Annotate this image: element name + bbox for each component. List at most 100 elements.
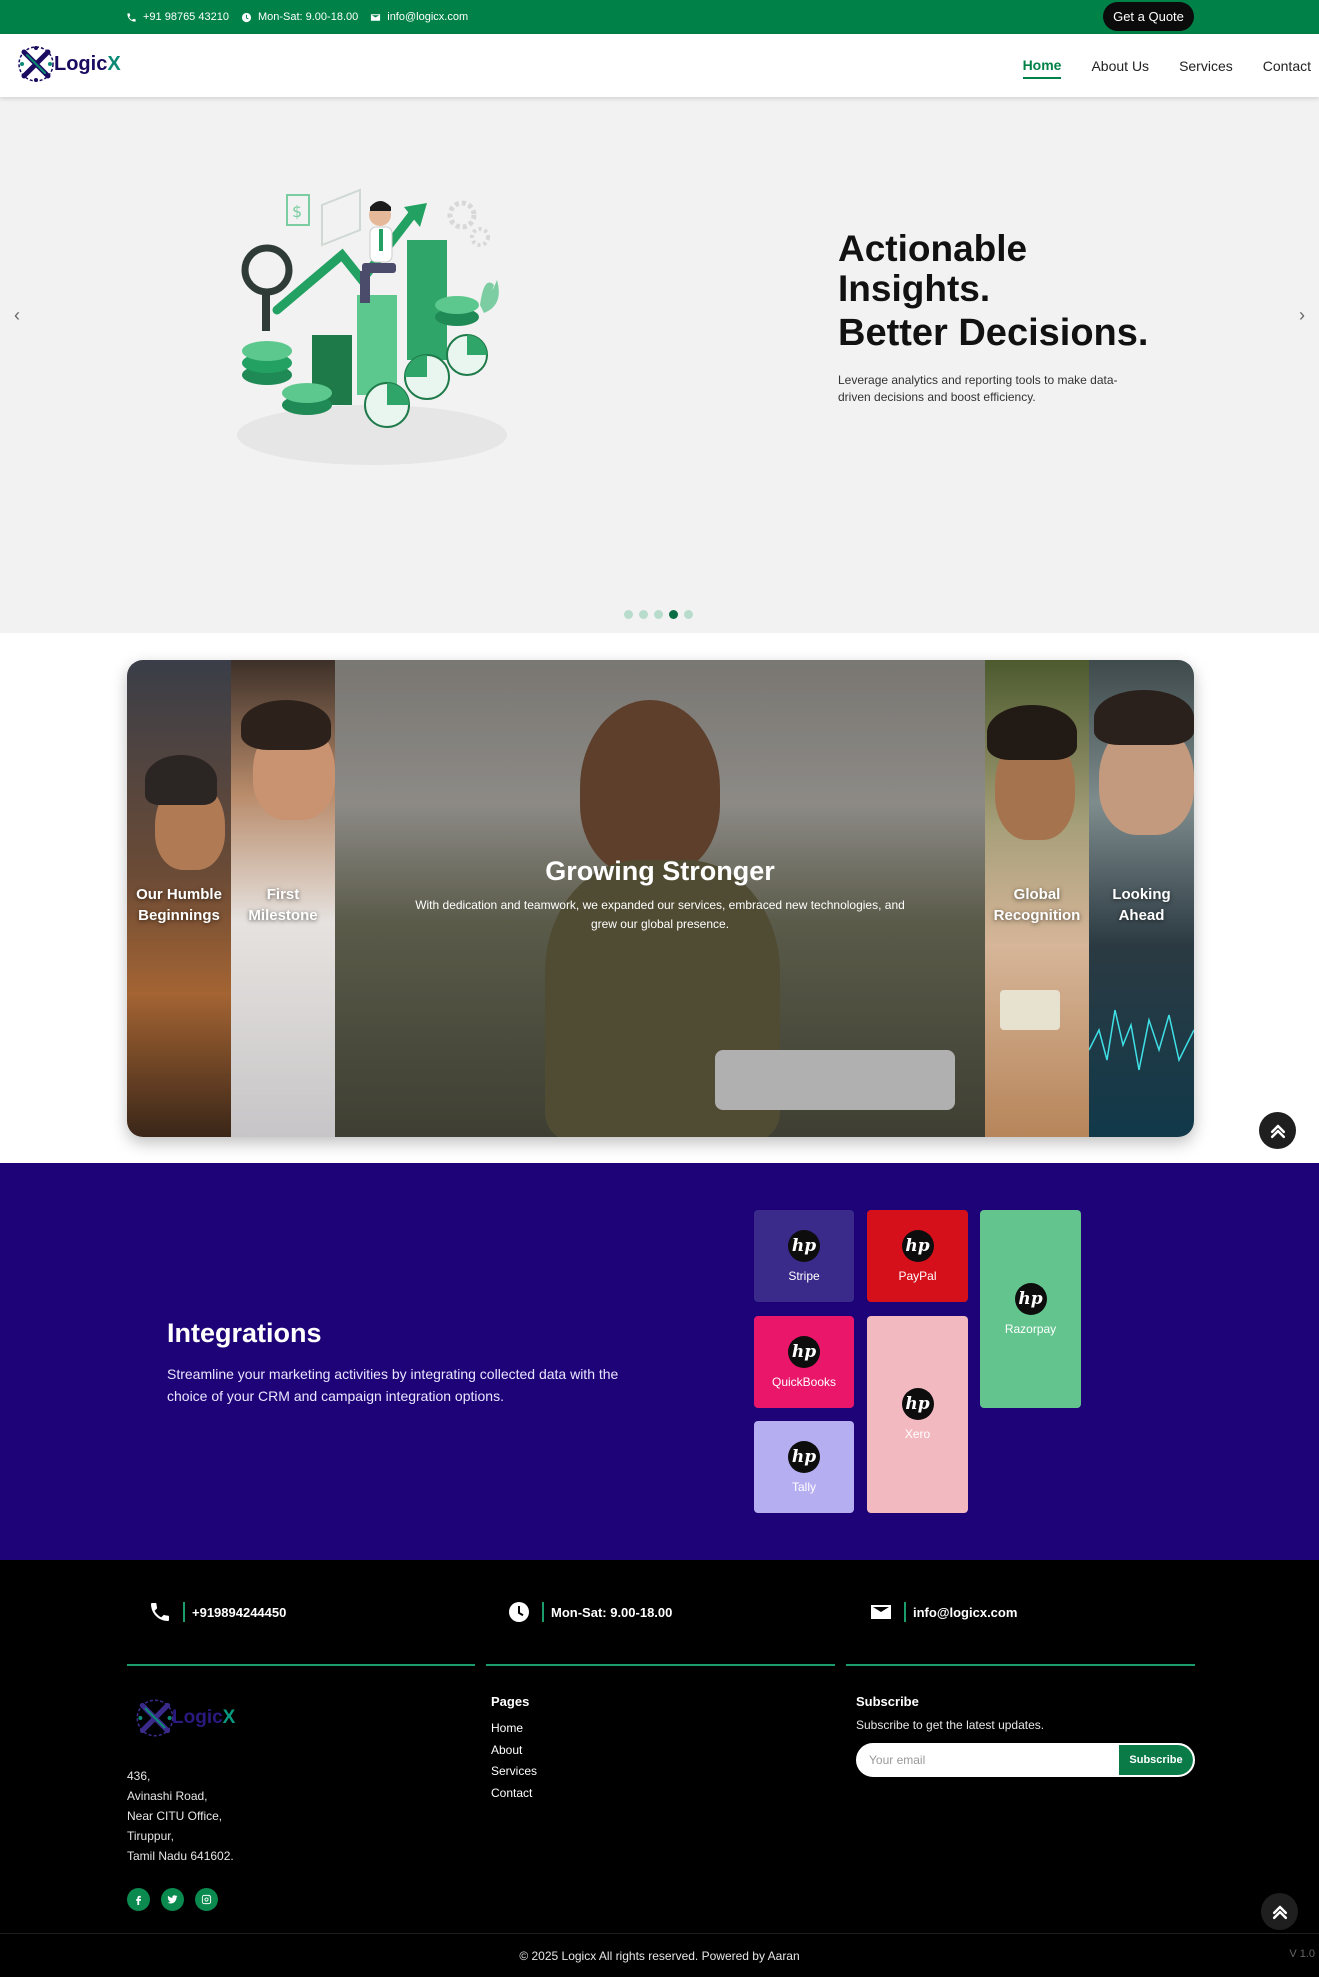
twitter-icon[interactable] [161,1888,184,1911]
integration-tile-quickbooks[interactable]: hp QuickBooks [754,1316,854,1408]
integration-tile-razorpay[interactable]: hp Razorpay [980,1210,1081,1408]
chevron-left-icon[interactable]: ‹ [7,305,27,326]
hp-logo-icon: hp [1014,1282,1047,1315]
hp-logo-icon: hp [788,1229,820,1262]
integration-tile-xero[interactable]: hp Xero [867,1316,968,1513]
footer-address: 436, Avinashi Road, Near CITU Office, Ti… [127,1766,234,1866]
footer-email[interactable]: info@logicx.com [913,1605,1017,1620]
hero-title-line2: Insights. [838,268,991,309]
nav-services[interactable]: Services [1179,54,1233,78]
footer-logo[interactable]: LogicX [132,1695,235,1741]
scroll-to-top-button[interactable] [1259,1112,1296,1149]
timeline-active-title: Growing Stronger [545,856,775,886]
facebook-icon[interactable] [127,1888,150,1911]
hero-title-line1: Actionable [838,228,1028,269]
navbar: LogicX Home About Us Services Contact [0,34,1319,97]
timeline-label: Global Recognition [993,886,1081,925]
integrations-title: Integrations [167,1318,322,1348]
divider [542,1602,544,1622]
hp-logo-icon: hp [901,1388,934,1420]
divider [183,1602,185,1622]
footer-subscribe: Subscribe Subscribe to get the latest up… [856,1694,1196,1777]
carousel-dot[interactable] [684,610,693,619]
carousel-dot-active[interactable] [669,610,678,619]
carousel-dot[interactable] [624,610,633,619]
subscribe-text: Subscribe to get the latest updates. [856,1718,1045,1732]
integration-name: Stripe [788,1268,820,1283]
social-links [127,1888,218,1911]
top-phone: +91 98765 43210 [126,11,229,23]
address-line: 436, [127,1769,151,1783]
timeline-panel-beginnings[interactable]: Our Humble Beginnings [127,660,231,1137]
logo[interactable]: LogicX [14,42,121,86]
footer-phone[interactable]: +919894244450 [192,1605,286,1620]
subscribe-form: Subscribe [856,1743,1195,1777]
footer-link-home[interactable]: Home [491,1718,537,1740]
top-email-text[interactable]: info@logicx.com [387,11,468,23]
timeline-accordion: Our Humble Beginnings First Milestone Gr… [127,660,1194,1137]
timeline-panel-growing-stronger[interactable]: Growing Stronger With dedication and tea… [335,660,985,1137]
clock-icon [506,1599,532,1625]
clock-icon [241,12,252,22]
person-hair [145,755,217,805]
hero-carousel: ‹ › $ Actionable Insights. Better Decisi… [0,97,1319,633]
analytics-illustration: $ [237,188,507,465]
svg-text:$: $ [292,202,302,221]
timeline-label: First Milestone [248,886,318,925]
brand-name: LogicX [54,53,121,76]
subscribe-email-input[interactable] [858,1753,1119,1767]
brand-name-part1: Logic [54,52,108,75]
integration-tile-stripe[interactable]: hp Stripe [754,1210,854,1302]
carousel-dot[interactable] [639,610,648,619]
footer-brand-name: LogicX [172,1707,235,1729]
envelope-icon [371,13,381,21]
version-label: V 1.0 [1289,1948,1315,1960]
timeline-panel-global-recognition[interactable]: Global Recognition [985,660,1089,1137]
address-line: Near CITU Office, [127,1809,223,1823]
hero-title: Actionable Insights. Better Decisions. [838,228,1168,354]
timeline-active-description: With dedication and teamwork, we expande… [415,898,905,931]
hp-logo-icon: hp [901,1229,934,1262]
footer: +919894244450 Mon-Sat: 9.00-18.00 info@l… [0,1560,1319,1977]
hp-logo-icon: hp [788,1335,820,1368]
footer-link-services[interactable]: Services [491,1761,537,1783]
nav-contact[interactable]: Contact [1263,54,1311,78]
address-line: Avinashi Road, [127,1789,208,1803]
footer-pages: Pages Home About Services Contact [491,1694,537,1804]
brand-name-part2: X [107,52,121,75]
hp-logo-icon: hp [788,1440,820,1473]
integration-tile-tally[interactable]: hp Tally [754,1421,854,1513]
carousel-dots [624,610,693,619]
integration-name: Xero [904,1427,931,1441]
copyright: © 2025 Logicx All rights reserved. Power… [0,1933,1319,1977]
footer-link-about[interactable]: About [491,1740,537,1762]
chevron-right-icon[interactable]: › [1292,305,1312,326]
logicx-logo-icon [18,46,54,82]
footer-brand-part2: X [222,1707,236,1728]
integration-name: Razorpay [1004,1321,1057,1336]
footer-pages-title: Pages [491,1694,530,1709]
integration-tile-paypal[interactable]: hp PayPal [867,1210,968,1302]
credit-card [1000,990,1060,1030]
footer-hours-box: Mon-Sat: 9.00-18.00 [486,1560,835,1666]
footer-link-contact[interactable]: Contact [491,1783,537,1805]
top-phone-text: +91 98765 43210 [143,11,229,23]
person-hair [1094,690,1194,745]
carousel-dot[interactable] [654,610,663,619]
footer-email-box: info@logicx.com [846,1560,1195,1666]
timeline-panel-looking-ahead[interactable]: Looking Ahead [1089,660,1194,1137]
integrations-section: Integrations Streamline your marketing a… [0,1163,1319,1560]
footer-scroll-to-top-button[interactable] [1261,1893,1298,1930]
top-hours: Mon-Sat: 9.00-18.00 [241,11,358,23]
top-email: info@logicx.com [370,11,468,23]
chart-screen-graphic [1089,1009,1194,1071]
instagram-icon[interactable] [195,1888,218,1911]
timeline-label: Looking Ahead [1112,886,1171,925]
timeline-panel-first-milestone[interactable]: First Milestone [231,660,335,1137]
nav-about-us[interactable]: About Us [1091,54,1149,78]
subscribe-button[interactable]: Subscribe [1119,1745,1193,1775]
main-nav: Home About Us Services Contact [1022,34,1311,97]
nav-home[interactable]: Home [1022,53,1062,79]
get-quote-button[interactable]: Get a Quote [1103,2,1194,31]
footer-hours: Mon-Sat: 9.00-18.00 [551,1604,673,1620]
